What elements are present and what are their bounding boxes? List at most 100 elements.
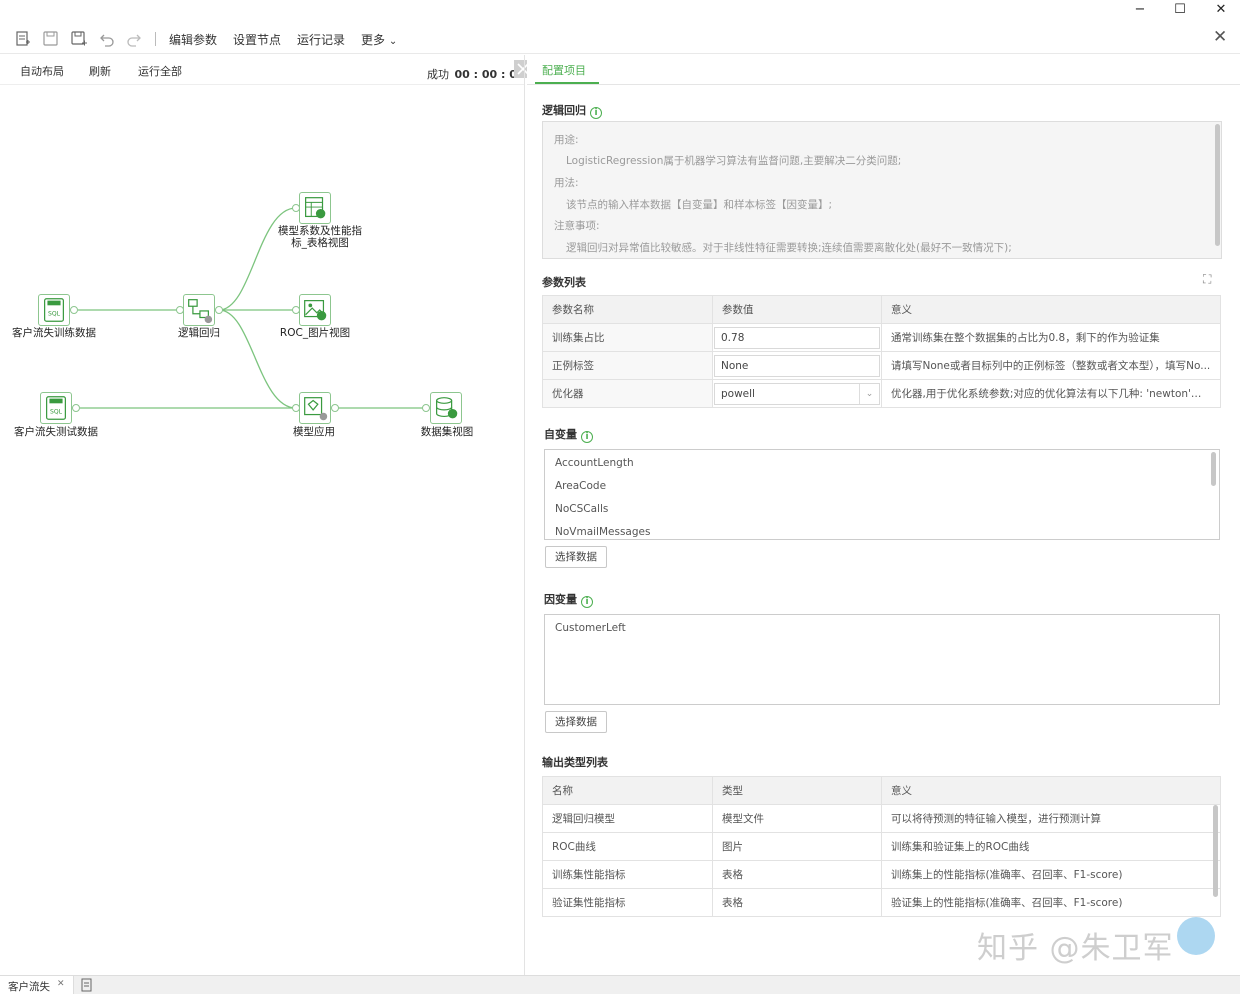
column-header: 名称 [542,776,713,805]
node-coef-table-view[interactable] [299,192,331,224]
node-dataset-view[interactable] [430,392,462,424]
column-header: 参数值 [712,295,882,324]
edge-logistic-to-apply [218,309,297,409]
output-name: 训练集性能指标 [542,860,713,889]
output-meaning: 训练集和验证集上的ROC曲线 [881,832,1221,861]
node-model-apply[interactable] [299,392,331,424]
tab-label: 客户流失 [8,981,50,993]
toolbar-divider [155,32,156,46]
close-editor-icon[interactable]: ✕ [1213,27,1227,47]
tab-customer-churn[interactable]: 客户流失 ✕ [0,976,74,994]
info-icon[interactable]: i [581,431,593,443]
info-icon[interactable]: i [590,107,602,119]
list-item[interactable]: NoCSCalls [555,503,608,515]
node-train-data[interactable]: SQL [38,294,70,326]
y-vars-title-text: 因变量 [544,593,577,606]
output-name: 逻辑回归模型 [542,804,713,833]
info-icon[interactable]: i [581,596,593,608]
run-status: 成功 00 : 00 : 06 [427,66,525,82]
table-header-row: 名称 类型 意义 [542,776,1221,805]
node-dataset-view-label: 数据集视图 [420,426,474,438]
x-vars-title: 自变量 i [544,426,593,443]
workflow-edges [70,204,430,412]
assistant-bubble-icon[interactable] [1177,917,1215,955]
workflow-canvas[interactable]: SQL 客户流失训练数据 SQL 客户流失测试数据 逻辑回归 模型系数及性能指 [0,86,524,974]
close-tab-icon[interactable]: ✕ [57,979,65,989]
edge-logistic-to-coef [218,207,297,311]
canvas-toolbar: 自动布局 刷新 运行全部 成功 00 : 00 : 06 [0,55,532,85]
edit-params-button[interactable]: 编辑参数 [169,31,217,48]
expand-icon[interactable]: ⛶ [1203,272,1211,287]
algorithm-icon [188,299,213,324]
node-logistic-regression[interactable] [183,294,215,326]
list-item[interactable]: AreaCode [555,480,606,492]
more-menu-label: 更多 [361,33,386,47]
algorithm-description: 用途: LogisticRegression属于机器学习算法有监督问题,主要解决… [542,121,1222,259]
param-meaning: 优化器,用于优化系统参数;对应的优化算法有以下几种: 'newton'指N... [881,379,1221,408]
x-vars-list[interactable]: AccountLength AreaCode NoCSCalls NoVmail… [544,449,1220,540]
redo-icon[interactable] [125,30,143,48]
column-header: 类型 [712,776,882,805]
tab-underline [527,84,1240,85]
desc-line: 该节点的输入样本数据【自变量】和样本标签【因变量】; [566,199,833,211]
train-ratio-input[interactable]: 0.78 [714,326,880,349]
desc-line: 用法: [554,177,579,189]
output-type: 模型文件 [712,804,882,833]
node-coef-view-label: 模型系数及性能指 标_表格视图 [260,225,380,249]
x-vars-scrollbar[interactable] [1211,452,1216,486]
node-coef-view-label-line1: 模型系数及性能指 [278,225,362,237]
node-logistic-label: 逻辑回归 [178,327,220,339]
set-node-button[interactable]: 设置节点 [233,31,281,48]
sql-badge-text: SQL [48,311,61,318]
description-scrollbar[interactable] [1215,124,1220,246]
select-y-data-button[interactable]: 选择数据 [545,711,607,733]
tab-config-items[interactable]: 配置项目 [542,62,586,78]
undo-icon[interactable] [98,30,116,48]
minimize-button[interactable]: − [1120,0,1160,20]
desc-line: 逻辑回归对异常值比较敏感。对于非线性特征需要转换;连续值需要离散化处(最好不一致… [566,242,1012,254]
output-name: 验证集性能指标 [542,888,713,917]
maximize-button[interactable]: ☐ [1160,0,1200,20]
refresh-button[interactable]: 刷新 [89,63,111,79]
window-title-bar: − ☐ ✕ [0,0,1240,24]
database-view-icon [436,397,458,419]
param-name: 优化器 [542,379,713,408]
outputs-scrollbar[interactable] [1213,805,1218,897]
table-row: 正例标签 None 请填写None或者目标列中的正例标签（整数或者文本型），填写… [542,351,1221,380]
run-all-button[interactable]: 运行全部 [138,63,182,79]
window-close-button[interactable]: ✕ [1201,0,1240,20]
output-meaning: 训练集上的性能指标(准确率、召回率、F1-score) [881,860,1221,889]
run-history-button[interactable]: 运行记录 [297,31,345,48]
output-name: ROC曲线 [542,832,713,861]
optimizer-selected-value: powell [721,387,755,400]
params-table: 参数名称 参数值 意义 训练集占比 0.78 通常训练集在整个数据集的占比为0.… [542,295,1221,408]
node-roc-image-view[interactable] [299,294,331,326]
save-icon[interactable] [42,30,60,48]
param-value-cell: powell ⌄ [712,379,882,408]
list-item[interactable]: AccountLength [555,457,634,469]
more-menu-button[interactable]: 更多 ⌄ [361,31,397,48]
new-file-icon[interactable] [14,30,32,48]
splitter-handle[interactable] [524,55,525,975]
select-x-data-button[interactable]: 选择数据 [545,546,607,568]
params-title: 参数列表 [542,276,586,289]
param-meaning: 请填写None或者目标列中的正例标签（整数或者文本型），填写No... [881,351,1221,380]
algorithm-title: 逻辑回归 i [542,102,602,119]
algorithm-title-text: 逻辑回归 [542,104,586,117]
param-value-cell: None [712,351,882,380]
chevron-down-icon: ⌄ [859,383,879,404]
node-test-data[interactable]: SQL [40,392,72,424]
auto-layout-button[interactable]: 自动布局 [20,63,64,79]
optimizer-select[interactable]: powell ⌄ [714,382,880,405]
list-item[interactable]: NoVmailMessages [555,526,650,538]
output-type: 表格 [712,888,882,917]
y-vars-list[interactable]: CustomerLeft [544,614,1220,705]
save-as-icon[interactable] [70,30,88,48]
new-tab-icon[interactable] [80,978,94,992]
table-row: 验证集性能指标 表格 验证集上的性能指标(准确率、召回率、F1-score) [542,888,1221,917]
run-status-text: 成功 [427,68,449,81]
desc-line: LogisticRegression属于机器学习算法有监督问题,主要解决二分类问… [566,155,902,167]
list-item[interactable]: CustomerLeft [555,622,626,634]
desc-line: 用途: [554,134,579,146]
positive-label-input[interactable]: None [714,354,880,377]
